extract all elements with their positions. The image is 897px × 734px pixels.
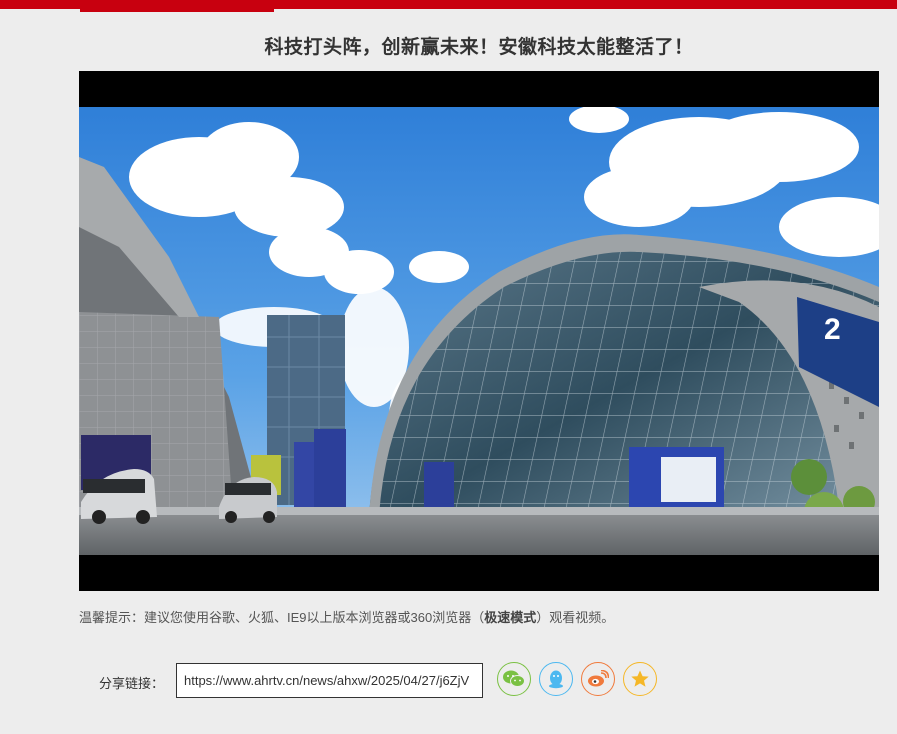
video-still-image: 2: [79, 107, 879, 555]
tip-suffix: ）观看视频。: [536, 610, 615, 625]
weibo-icon: [588, 670, 609, 687]
share-weibo-button[interactable]: [581, 662, 615, 696]
qq-icon: [549, 670, 563, 689]
top-bar-accent: [80, 9, 274, 12]
share-url-input[interactable]: [176, 663, 483, 698]
video-player[interactable]: 2: [79, 71, 879, 591]
browser-tip: 温馨提示：建议您使用谷歌、火狐、IE9以上版本浏览器或360浏览器（极速模式）观…: [79, 607, 614, 626]
wechat-icon: [503, 670, 525, 687]
building-sign-number: 2: [824, 313, 841, 346]
share-wechat-button[interactable]: [497, 662, 531, 696]
tip-prefix: 温馨提示：建议您使用谷歌、火狐、IE9以上版本浏览器或360浏览器（: [79, 610, 485, 625]
video-frame[interactable]: 2: [79, 107, 879, 555]
share-qq-button[interactable]: [539, 662, 573, 696]
top-red-bar: [0, 0, 897, 9]
favorite-button[interactable]: [623, 662, 657, 696]
share-label: 分享链接：: [99, 676, 165, 691]
tip-bold: 极速模式: [484, 610, 537, 625]
article-title: 科技打头阵，创新赢未来！安徽科技太能整活了！: [264, 37, 694, 58]
star-icon: [631, 670, 649, 687]
